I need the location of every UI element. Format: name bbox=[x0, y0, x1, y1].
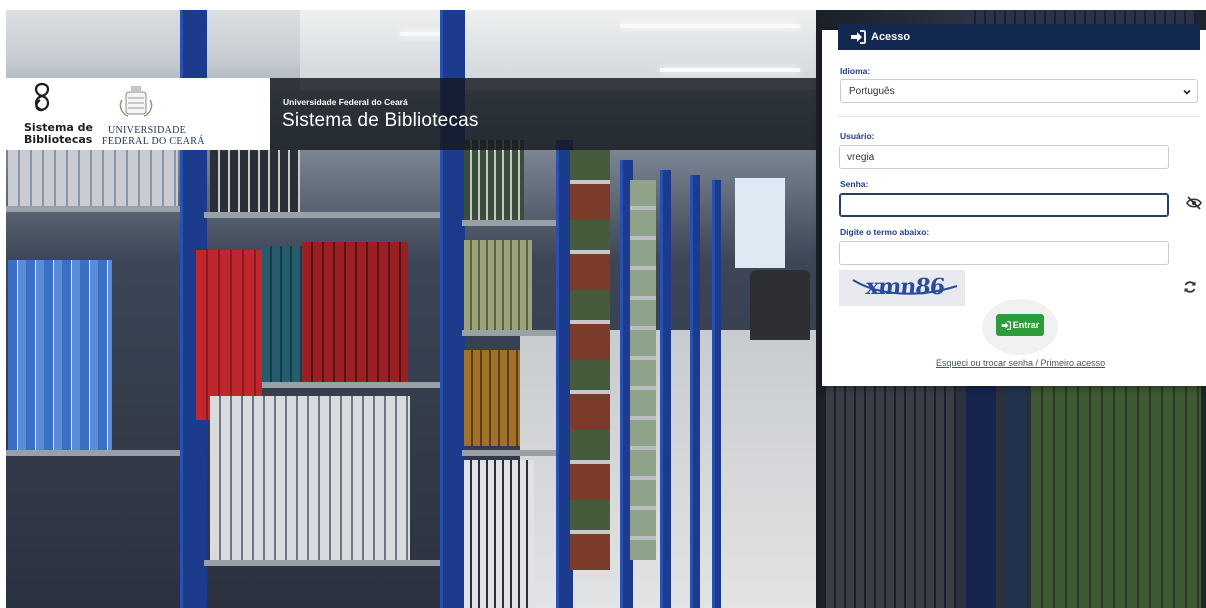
login-page: Sistema de Bibliotecas UNIVERSIDADE FEDE… bbox=[0, 0, 1206, 608]
sign-in-icon bbox=[1001, 320, 1011, 330]
sistema-bibliotecas-logo-icon bbox=[34, 82, 50, 112]
captcha-label: Digite o termo abaixo: bbox=[840, 227, 930, 237]
ufc-text-line2: FEDERAL DO CEARÁ bbox=[102, 136, 205, 147]
panel-header: Acesso bbox=[838, 24, 1200, 50]
captcha-text: xmn86 bbox=[864, 274, 946, 300]
refresh-icon[interactable] bbox=[1183, 280, 1197, 294]
logo-text-line2: Bibliotecas bbox=[24, 133, 93, 146]
submit-button[interactable]: Entrar bbox=[996, 314, 1044, 336]
language-select[interactable]: Português bbox=[840, 79, 1198, 103]
org-name: Universidade Federal do Ceará bbox=[283, 97, 408, 107]
language-label: Idioma: bbox=[840, 66, 871, 76]
sistema-bibliotecas-wordmark: Sistema de Bibliotecas bbox=[24, 122, 93, 146]
sign-in-icon bbox=[851, 30, 866, 44]
eye-slash-icon[interactable] bbox=[1186, 196, 1202, 210]
ufc-crest-icon bbox=[119, 86, 153, 117]
system-name: Sistema de Bibliotecas bbox=[282, 110, 479, 131]
language-select-value: Português bbox=[849, 86, 895, 97]
password-label: Senha: bbox=[840, 179, 869, 189]
captcha-image: xmn86 bbox=[839, 270, 965, 306]
user-label: Usuário: bbox=[840, 131, 875, 141]
captcha-input[interactable] bbox=[839, 241, 1169, 265]
ufc-text-line1: UNIVERSIDADE bbox=[108, 125, 187, 136]
submit-button-label: Entrar bbox=[1012, 320, 1040, 330]
user-input[interactable] bbox=[839, 145, 1169, 169]
password-input[interactable] bbox=[839, 193, 1169, 217]
logo: Sistema de Bibliotecas UNIVERSIDADE FEDE… bbox=[6, 78, 270, 150]
chevron-down-icon bbox=[1183, 89, 1191, 95]
forgot-password-link[interactable]: Esqueci ou trocar senha / Primeiro acess… bbox=[936, 358, 1105, 368]
divider bbox=[838, 116, 1200, 117]
ufc-wordmark: UNIVERSIDADE FEDERAL DO CEARÁ bbox=[102, 125, 205, 147]
login-panel: Acesso Idioma: Português Usuário: Senha:… bbox=[822, 24, 1206, 386]
panel-title: Acesso bbox=[871, 31, 911, 43]
